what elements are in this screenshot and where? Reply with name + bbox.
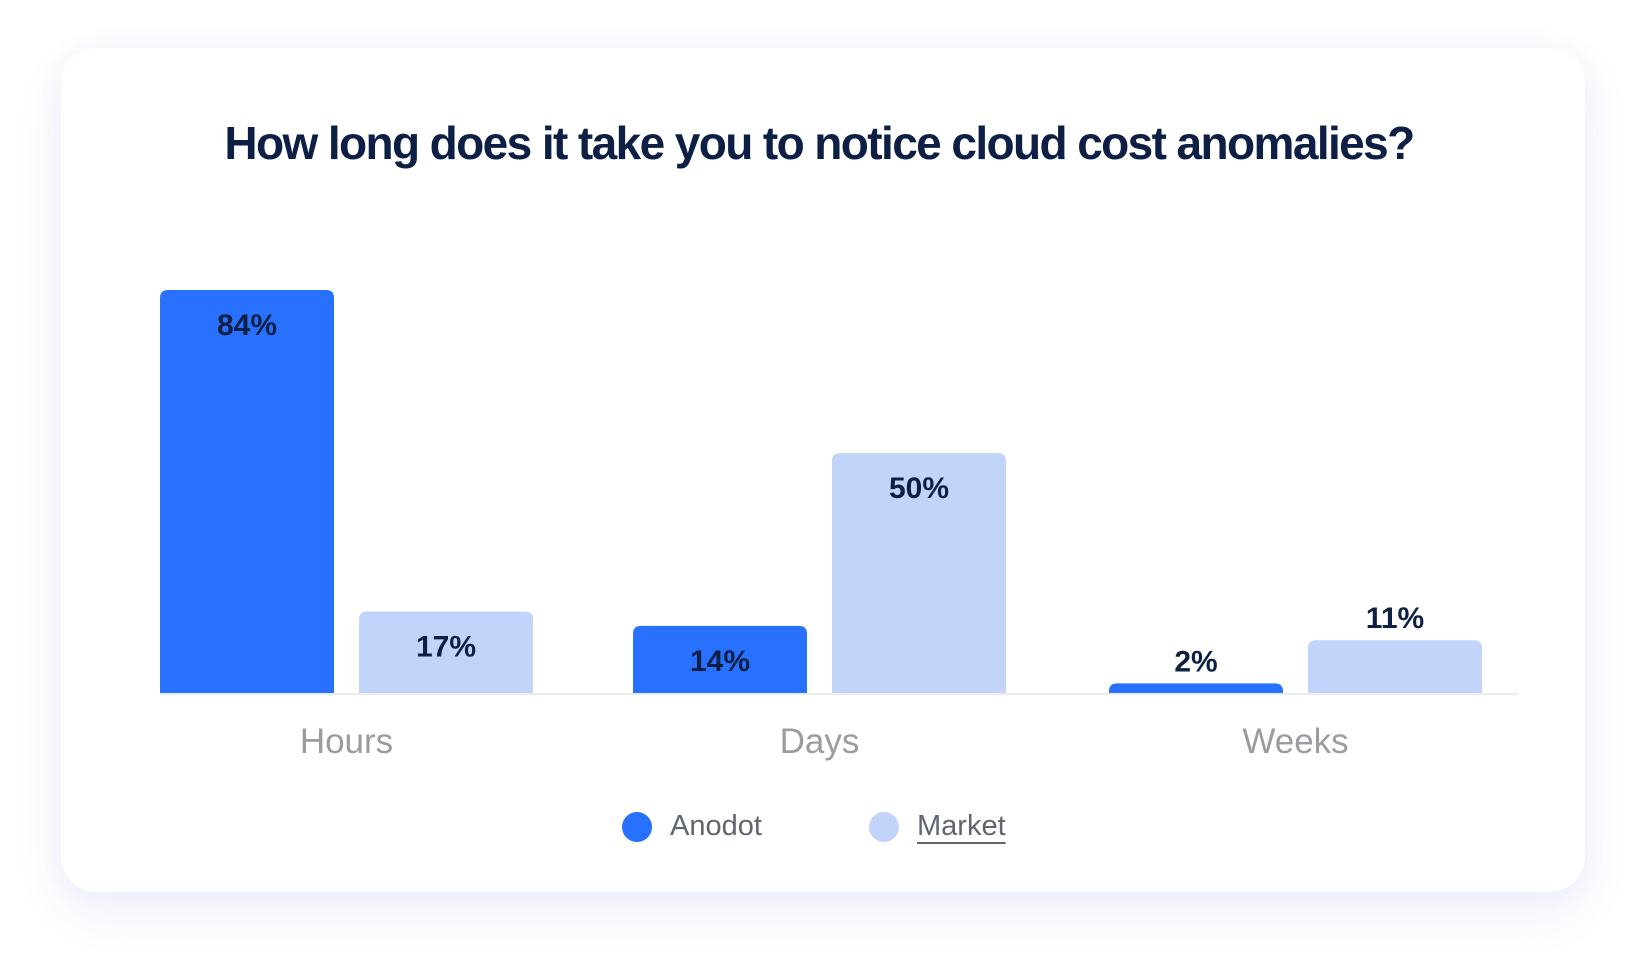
x-tick-label-weeks: Weeks xyxy=(1242,722,1348,761)
x-tick-label-hours: Hours xyxy=(300,722,393,761)
data-label-market-hours: 17% xyxy=(416,630,476,663)
data-label-anodot-weeks: 2% xyxy=(1174,645,1217,678)
bar-market-weeks xyxy=(1308,640,1482,693)
data-label-anodot-hours: 84% xyxy=(217,309,277,342)
legend-swatch-anodot-icon xyxy=(622,811,652,842)
legend-label-market: Market xyxy=(917,810,1006,842)
bar-anodot-hours xyxy=(160,290,334,693)
x-tick-label-days: Days xyxy=(780,722,860,761)
legend-label-anodot: Anodot xyxy=(670,810,762,842)
bar-anodot-weeks xyxy=(1109,683,1283,693)
data-label-market-weeks: 11% xyxy=(1366,602,1424,635)
data-label-anodot-days: 14% xyxy=(690,645,750,678)
legend-item-anodot[interactable]: Anodot xyxy=(622,810,762,843)
legend: Anodot Market xyxy=(0,810,1638,860)
legend-item-market[interactable]: Market xyxy=(869,810,1006,843)
data-label-market-days: 50% xyxy=(889,472,949,505)
legend-swatch-market-icon xyxy=(869,811,899,842)
